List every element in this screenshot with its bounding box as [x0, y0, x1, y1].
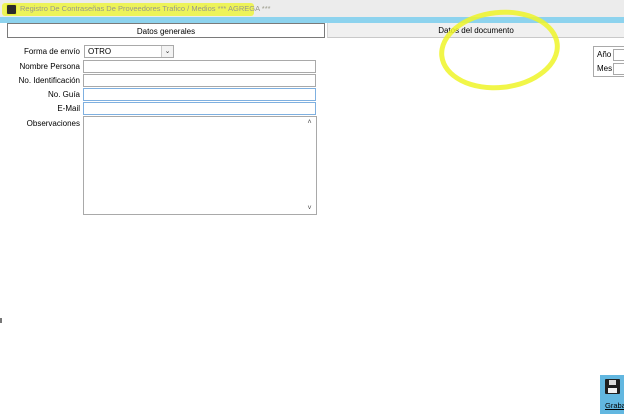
forma-envio-value: OTRO — [88, 47, 112, 56]
window-edge-marker — [0, 318, 2, 323]
anio-label: Año — [597, 50, 612, 59]
no-guia-label: No. Guía — [47, 90, 80, 99]
nombre-persona-field[interactable] — [83, 60, 316, 73]
email-label: E-Mail — [57, 104, 80, 113]
mes-label: Mes — [597, 64, 613, 73]
save-label: Graba — [605, 401, 624, 410]
mes-field[interactable] — [613, 63, 624, 75]
app-icon — [6, 4, 17, 15]
observaciones-label: Observaciones — [26, 119, 80, 128]
chevron-down-icon[interactable]: ⌄ — [161, 46, 173, 57]
floppy-disk-icon — [605, 379, 620, 394]
nombre-persona-label: Nombre Persona — [19, 62, 80, 71]
scroll-down-icon[interactable]: ˅ — [305, 204, 314, 213]
no-identificacion-field[interactable] — [83, 74, 316, 87]
email-field[interactable] — [83, 102, 316, 115]
tab-datos-generales[interactable]: Datos generales — [7, 23, 325, 38]
no-identificacion-label: No. Identificación — [18, 76, 80, 85]
save-button[interactable]: Graba — [600, 375, 624, 414]
anio-field[interactable] — [613, 49, 624, 61]
observaciones-textarea[interactable]: ˄ ˅ — [83, 116, 317, 215]
forma-envio-label: Forma de envío — [23, 47, 80, 56]
scroll-up-icon[interactable]: ˄ — [305, 118, 314, 127]
window-title: Registro De Contraseñas De Proveedores T… — [20, 4, 271, 13]
no-guia-field[interactable] — [83, 88, 316, 101]
forma-envio-select[interactable]: OTRO ⌄ — [84, 45, 174, 58]
period-panel: Año Mes — [593, 46, 624, 77]
